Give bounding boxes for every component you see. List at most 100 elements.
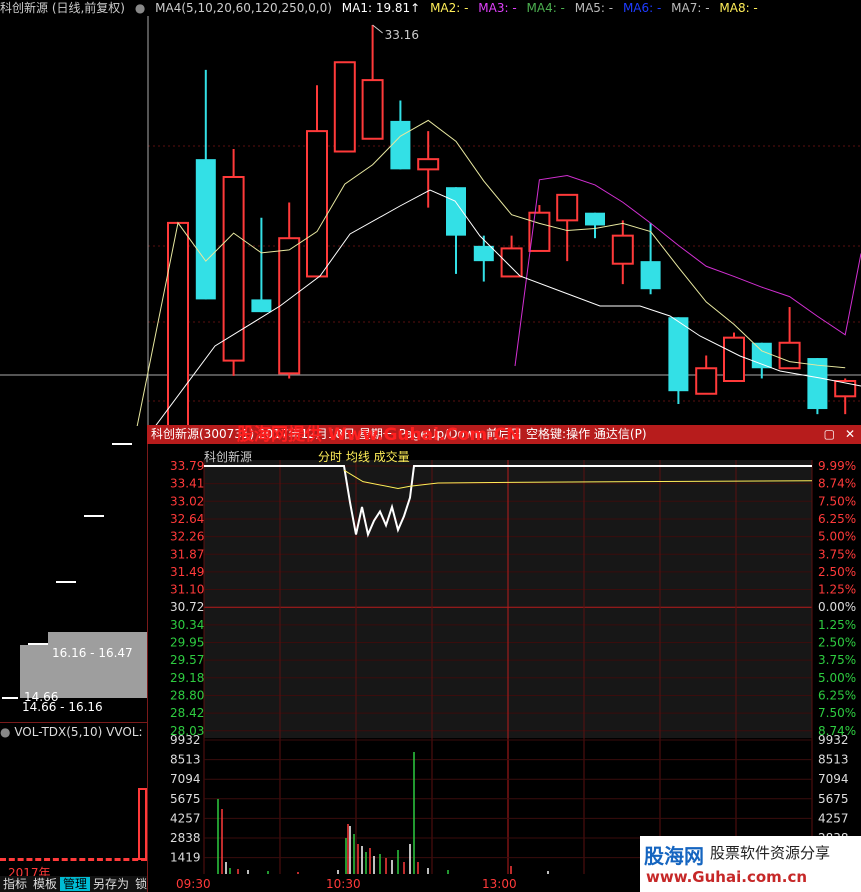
pct-axis-label: 0.00%: [818, 600, 856, 614]
price-axis-label: 32.64: [170, 512, 204, 526]
candle-body: [695, 367, 718, 395]
ma5-value: MA5: -: [574, 1, 614, 15]
tab-indicator[interactable]: 指标: [0, 877, 30, 891]
candle-body: [611, 234, 634, 265]
tab-save-as[interactable]: 另存为: [90, 877, 132, 891]
price-tick: [84, 515, 104, 517]
candle-body: [640, 261, 661, 290]
price-axis-label: 28.80: [170, 688, 204, 702]
vol-sub: VVOL:: [106, 725, 143, 739]
tab-template[interactable]: 模板: [30, 877, 60, 891]
popup-titlebar[interactable]: 科创新源(300731) 2017年12月18日 星期一 PageUp/Down…: [147, 425, 861, 445]
price-axis-label: 32.26: [170, 530, 204, 544]
time-axis-label: 09:30: [176, 877, 211, 891]
price-axis-label: 31.49: [170, 565, 204, 579]
candle-body: [361, 79, 384, 140]
price-tick: [2, 697, 18, 699]
price-tick: [28, 643, 48, 645]
logo-url: www.Guhai.com.cn: [646, 868, 808, 886]
vol-axis-label-right: 7094: [818, 772, 849, 786]
vol-ma-line: [0, 858, 147, 861]
intraday-stock-label: 科创新源: [204, 450, 253, 464]
vol-axis-label-right: 5675: [818, 792, 849, 806]
price-axis-label: 30.72: [170, 600, 204, 614]
candle-body: [278, 237, 301, 375]
vol-axis-label: 5675: [170, 792, 201, 806]
tab-manage[interactable]: 管理: [60, 877, 91, 891]
ma6-value: MA6: -: [622, 1, 662, 15]
ma8-value: MA8: -: [719, 1, 758, 15]
vol-axis-label: 1419: [170, 851, 201, 865]
stock-title[interactable]: 科创新源 (日线,前复权): [0, 1, 125, 15]
pct-axis-label: 8.74%: [818, 477, 856, 491]
price-axis-label: 29.18: [170, 671, 204, 685]
pct-axis-label: 7.50%: [818, 494, 856, 508]
candle-body: [195, 159, 216, 300]
pct-axis-label: 7.50%: [818, 706, 856, 720]
ma7-value: MA7: -: [671, 1, 710, 15]
vol-axis-label: 4257: [170, 811, 201, 825]
candle-body: [778, 341, 801, 370]
price-axis-label: 30.34: [170, 618, 204, 632]
pct-axis-label: 3.75%: [818, 653, 856, 667]
vol-axis-label: 8513: [170, 753, 201, 767]
vol-bar: [138, 788, 147, 860]
guhai-logo: 股海网 股票软件资源分享 www.Guhai.com.cn: [640, 836, 861, 892]
candle-body: [723, 336, 745, 382]
candle-body: [668, 317, 689, 392]
intraday-panel[interactable]: 33.79 9.99% 33.41 8.74% 33.02 7.50% 32.64 6.25%…: [147, 444, 861, 892]
candle-body: [556, 193, 579, 222]
high-pointer: [372, 24, 383, 34]
price-tick: [56, 581, 76, 583]
intraday-chart[interactable]: 33.79 9.99% 33.41 8.74% 33.02 7.50% 32.64 6.25%…: [148, 444, 861, 892]
vol-title[interactable]: VOL-TDX(5,10): [14, 725, 102, 739]
candle-body: [417, 158, 440, 171]
gear-icon[interactable]: ●: [0, 725, 10, 739]
vol-axis-label-right: 9932: [818, 733, 849, 747]
close-icon[interactable]: ✕: [845, 425, 855, 444]
pct-axis-label: 2.50%: [818, 565, 856, 579]
pct-axis-label: 3.75%: [818, 547, 856, 561]
vol-axis-label-right: 4257: [818, 811, 849, 825]
range-label-1: 16.16 - 16.47: [52, 646, 133, 660]
pct-axis-label: 6.25%: [818, 688, 856, 702]
vol-axis-label: 2838: [170, 831, 201, 845]
price-tick: [112, 443, 132, 445]
price-axis-label: 31.10: [170, 583, 204, 597]
time-axis-label: 13:00: [482, 877, 517, 891]
vol-axis-label: 7094: [170, 772, 201, 786]
ma1-value: MA1: 19.81↑: [341, 1, 421, 15]
range-label-2: 14.66 - 16.16: [22, 700, 103, 714]
candle-body: [251, 299, 272, 313]
ma-params[interactable]: MA4(5,10,20,60,120,250,0,0): [155, 1, 332, 15]
candle-body: [473, 245, 494, 262]
time-axis-label: 10:30: [326, 877, 361, 891]
logo-name: 股海网: [644, 844, 704, 868]
candle-body: [585, 212, 605, 226]
pct-axis-label: 2.50%: [818, 636, 856, 650]
price-axis-label: 29.95: [170, 636, 204, 650]
pct-axis-label: 9.99%: [818, 459, 856, 473]
intraday-legend: 分时 均线 成交量: [318, 450, 410, 464]
restore-icon[interactable]: ▢: [824, 425, 835, 444]
candle-body: [390, 120, 411, 170]
vol-axis-label-right: 8513: [818, 753, 849, 767]
pct-axis-label: 5.00%: [818, 671, 856, 685]
price-axis-label: 33.79: [170, 459, 204, 473]
watermark: 股海网提供 Www.Guhai.Com.CN: [237, 425, 521, 445]
vol-axis-label: 9932: [170, 733, 201, 747]
pct-axis-label: 5.00%: [818, 530, 856, 544]
logo-slogan: 股票软件资源分享: [710, 844, 831, 862]
kline-chart[interactable]: 33.16: [0, 16, 861, 426]
candle-body: [333, 61, 356, 153]
price-axis-label: 29.57: [170, 653, 204, 667]
price-axis-label: 33.41: [170, 477, 204, 491]
candle-body: [306, 130, 328, 278]
ma4-value: MA4: -: [526, 1, 565, 15]
high-price-label: 33.16: [385, 28, 419, 42]
vol-divider: [0, 722, 147, 723]
pct-axis-label: 6.25%: [818, 512, 856, 526]
pct-axis-label: 1.25%: [818, 618, 856, 632]
candle-body: [500, 247, 523, 278]
dropdown-icon[interactable]: ●: [135, 1, 145, 15]
